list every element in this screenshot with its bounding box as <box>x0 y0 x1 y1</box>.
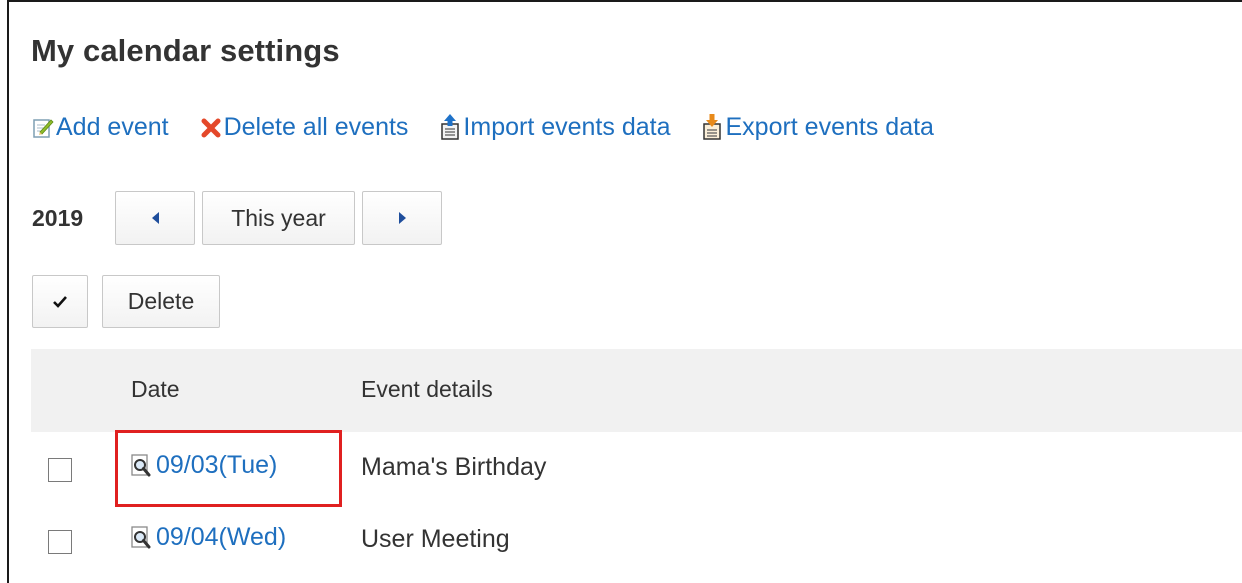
delete-button[interactable]: Delete <box>102 275 220 328</box>
add-event-label: Add event <box>56 112 169 141</box>
row-checkbox[interactable] <box>48 458 72 482</box>
table-row: 09/04(Wed) User Meeting <box>31 504 1242 576</box>
delete-all-events-link[interactable]: Delete all events <box>200 112 409 142</box>
import-events-link[interactable]: Import events data <box>439 113 670 142</box>
export-download-icon <box>703 114 722 140</box>
previous-year-button[interactable] <box>115 191 195 245</box>
event-date: 09/04(Wed) <box>156 523 287 551</box>
triangle-right-icon <box>398 212 406 224</box>
export-events-link[interactable]: Export events data <box>701 112 934 142</box>
checkmark-icon <box>53 295 67 308</box>
event-date-link[interactable]: 09/04(Wed) <box>129 523 286 552</box>
column-header-date: Date <box>131 376 180 402</box>
table-header: Date Event details <box>31 349 1242 432</box>
current-year: 2019 <box>32 204 84 231</box>
add-event-icon <box>33 119 54 138</box>
event-details: Mama's Birthday <box>361 453 547 481</box>
magnifier-document-icon <box>131 525 151 548</box>
export-events-label: Export events data <box>725 112 934 141</box>
action-bar: Delete <box>32 275 220 328</box>
row-checkbox[interactable] <box>48 530 72 554</box>
delete-x-icon <box>201 118 221 138</box>
delete-all-events-label: Delete all events <box>223 112 409 141</box>
toolbar: Add event Delete all events Import event… <box>32 109 965 145</box>
next-year-button[interactable] <box>362 191 442 245</box>
page-title: My calendar settings <box>31 33 340 68</box>
event-details: User Meeting <box>361 525 510 553</box>
import-upload-icon <box>441 114 460 140</box>
add-event-link[interactable]: Add event <box>32 113 169 142</box>
this-year-button[interactable]: This year <box>202 191 355 245</box>
year-navigation: 2019 This year <box>32 190 449 246</box>
triangle-left-icon <box>151 212 159 224</box>
select-all-button[interactable] <box>32 275 88 328</box>
column-header-event-details: Event details <box>361 376 493 402</box>
import-events-label: Import events data <box>463 112 671 141</box>
highlight-box <box>115 430 342 507</box>
